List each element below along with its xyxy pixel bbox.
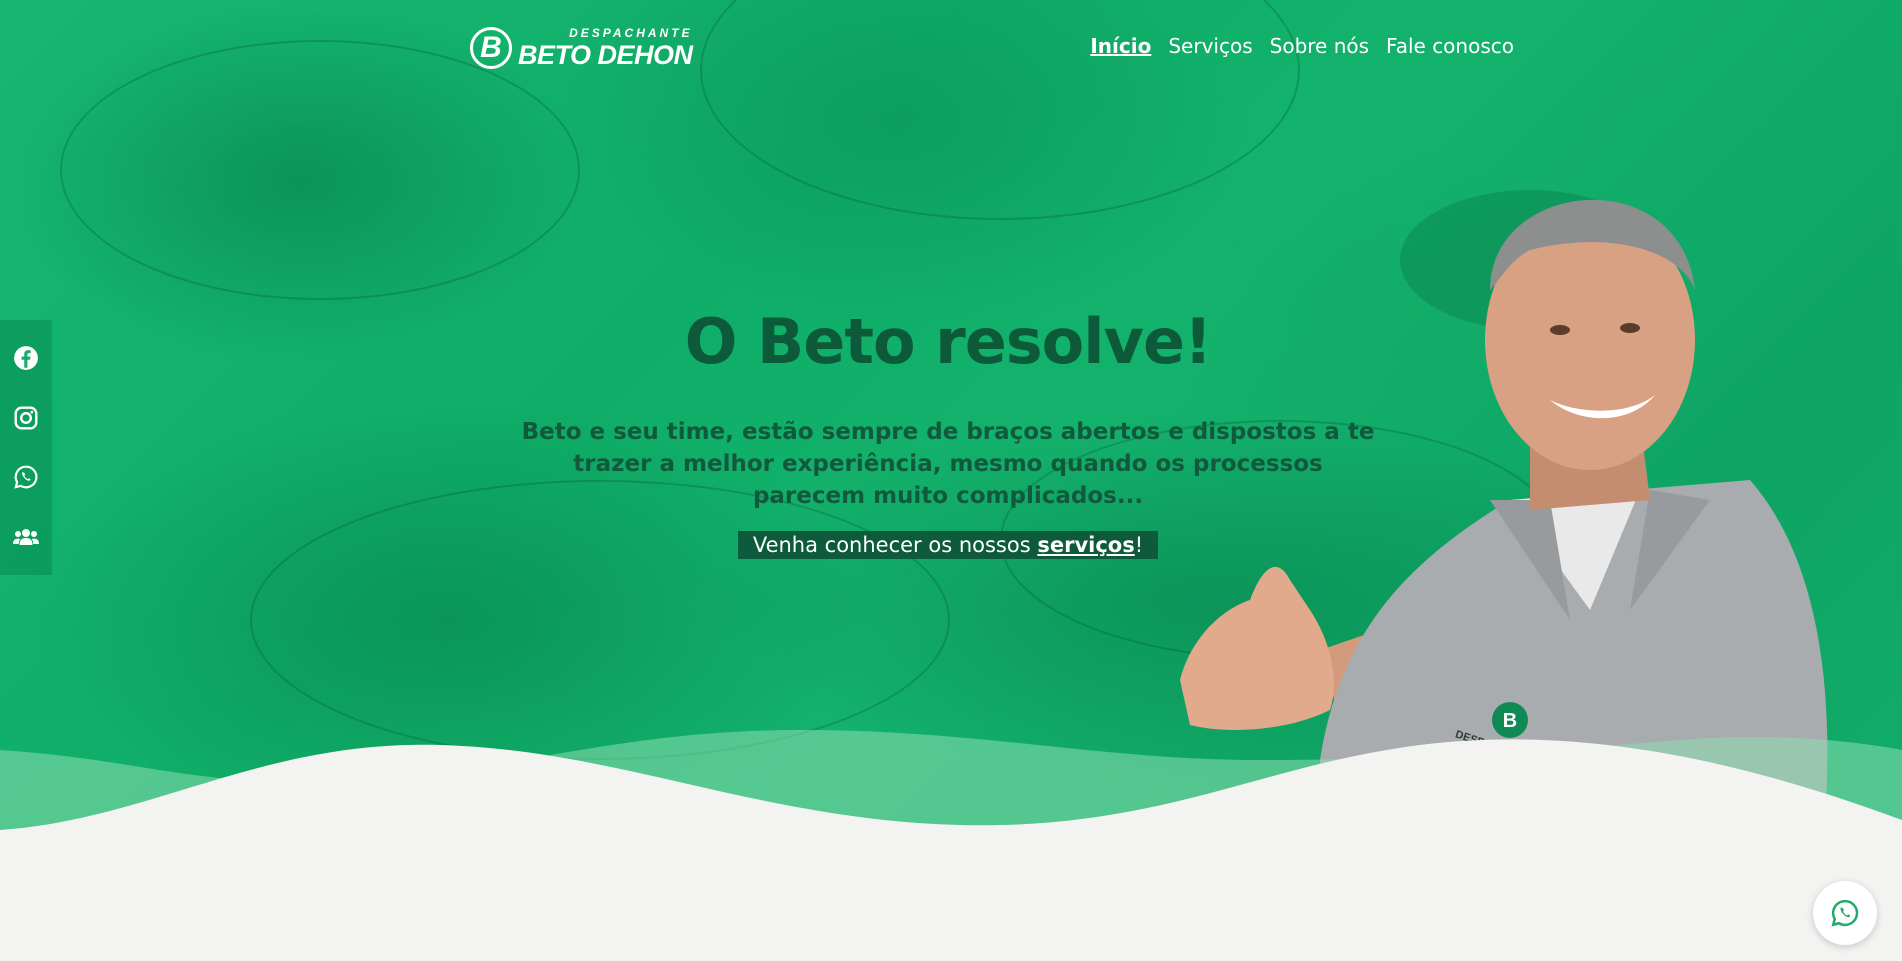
brand-logo[interactable]: B DESPACHANTE BETO DEHON [470,25,693,71]
nav-item-fale-conosco[interactable]: Fale conosco [1386,34,1514,58]
hero-description: Beto e seu time, estão sempre de braços … [521,419,1375,509]
nav-item-servicos[interactable]: Serviços [1168,34,1252,58]
hero-title: O Beto resolve! [684,305,1213,378]
whatsapp-link[interactable] [12,463,40,491]
social-sidebar [0,320,52,575]
logo-mark-icon: B [470,27,512,69]
instagram-icon [14,406,38,430]
logo-small-text: DESPACHANTE [569,25,693,40]
facebook-icon [14,345,38,370]
whatsapp-icon [14,465,38,490]
wave-divider [0,730,1902,870]
whatsapp-floating-button[interactable] [1813,881,1877,945]
logo-text: DESPACHANTE BETO DEHON [518,26,693,71]
cta-prefix: Venha conhecer os nossos [752,533,1038,557]
hero-section: B DESPACHANTE BETO B DESPACHANTE BETO DE… [0,0,1902,870]
hero-content: O Beto resolve! Beto e seu time, estão s… [520,305,1376,559]
marble-vein [60,40,580,300]
nav-item-inicio[interactable]: Início [1090,34,1151,58]
cta-suffix: ! [1134,533,1144,557]
users-icon [13,529,39,546]
services-cta: Venha conhecer os nossos serviços! [737,531,1159,559]
nav-item-sobre-nos[interactable]: Sobre nós [1270,34,1369,58]
team-link[interactable] [12,523,40,551]
facebook-link[interactable] [12,344,40,372]
services-link[interactable]: serviços [1037,533,1134,557]
logo-big-text: BETO DEHON [518,39,693,70]
logo-letter: B [480,31,502,64]
instagram-link[interactable] [12,404,40,432]
whatsapp-icon [1831,899,1859,927]
main-nav: Início Serviços Sobre nós Fale conosco [1090,34,1514,58]
